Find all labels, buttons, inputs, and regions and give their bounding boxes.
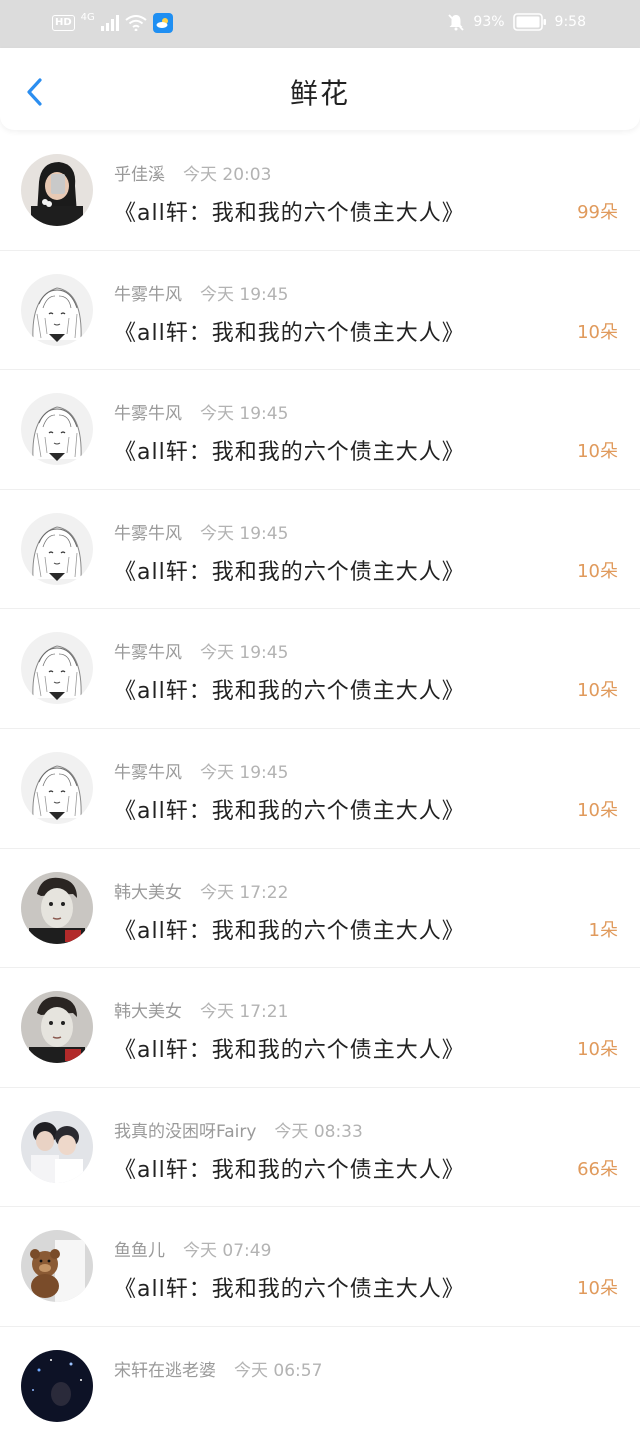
weather-app-icon [152, 13, 173, 33]
flower-count: 1朵 [588, 919, 618, 941]
timestamp: 今天 20:03 [183, 165, 272, 185]
flower-count: 10朵 [577, 680, 618, 702]
list-item[interactable]: 韩大美女 今天 17:21 《all轩：我和我的六个债主大人》 10朵 [0, 968, 640, 1088]
mute-bell-icon [448, 14, 465, 31]
avatar[interactable] [21, 632, 93, 705]
book-title: 《all轩：我和我的六个债主大人》 [114, 679, 465, 705]
battery-percent: 93% [473, 14, 505, 30]
record-meta: 韩大美女 今天 17:22 [114, 878, 288, 903]
page-title: 鲜花 [289, 77, 350, 110]
flower-count: 99朵 [577, 202, 618, 223]
username[interactable]: 牛雾牛风 [114, 643, 182, 663]
username[interactable]: 牛雾牛风 [114, 524, 182, 544]
username[interactable]: 宋轩在逃老婆 [114, 1361, 216, 1381]
avatar[interactable] [21, 393, 93, 466]
avatar[interactable] [21, 1230, 93, 1303]
record-meta: 宋轩在逃老婆 今天 06:57 [114, 1356, 322, 1381]
flower-count: 10朵 [577, 321, 618, 343]
avatar[interactable] [21, 154, 93, 226]
flower-record-list: 乎佳溪 今天 20:03 《all轩：我和我的六个债主大人》 99朵 牛雾牛风 今天 1… [0, 131, 640, 1447]
avatar[interactable] [21, 273, 93, 346]
avatar[interactable] [21, 751, 93, 824]
status-bar: HD 4G 93% 9:58 [0, 0, 640, 48]
flower-count: 10朵 [577, 1039, 618, 1061]
record-meta: 牛雾牛风 今天 19:45 [114, 519, 288, 544]
timestamp: 今天 19:45 [200, 762, 289, 783]
record-meta: 乎佳溪 今天 20:03 [114, 160, 271, 185]
record-meta: 我真的没困呀Fairy 今天 08:33 [114, 1117, 363, 1142]
list-item[interactable]: 牛雾牛风 今天 19:45 《all轩：我和我的六个债主大人》 10朵 [0, 370, 640, 490]
avatar[interactable] [21, 1349, 93, 1422]
list-item[interactable]: 鱼鱼儿 今天 07:49 《all轩：我和我的六个债主大人》 10朵 [0, 1207, 640, 1327]
flower-count: 10朵 [577, 1278, 618, 1300]
list-item[interactable]: 乎佳溪 今天 20:03 《all轩：我和我的六个债主大人》 99朵 [0, 131, 640, 251]
record-meta: 牛雾牛风 今天 19:45 [114, 280, 288, 305]
timestamp: 今天 17:22 [200, 882, 289, 903]
clock: 9:58 [554, 14, 586, 30]
list-item[interactable]: 我真的没困呀Fairy 今天 08:33 《all轩：我和我的六个债主大人》 66朵 [0, 1088, 640, 1208]
status-right: 93% 9:58 [447, 13, 586, 31]
timestamp: 今天 19:45 [200, 284, 289, 305]
timestamp: 今天 07:49 [183, 1241, 272, 1262]
book-title: 《all轩：我和我的六个债主大人》 [114, 1277, 465, 1303]
flower-count: 10朵 [577, 799, 618, 821]
avatar[interactable] [21, 1110, 93, 1183]
battery-icon [512, 13, 546, 31]
signal-icon [100, 15, 119, 31]
book-title: 《all轩：我和我的六个债主大人》 [114, 1157, 465, 1183]
timestamp: 今天 17:21 [200, 1002, 289, 1023]
book-title: 《all轩：我和我的六个债主大人》 [114, 798, 465, 824]
username[interactable]: 牛雾牛风 [114, 285, 182, 305]
avatar[interactable] [21, 871, 93, 944]
record-meta: 鱼鱼儿 今天 07:49 [114, 1236, 271, 1261]
record-meta: 牛雾牛风 今天 19:45 [114, 399, 288, 424]
status-left: HD 4G [52, 11, 173, 33]
book-title: 《all轩：我和我的六个债主大人》 [114, 440, 465, 466]
timestamp: 今天 19:45 [200, 643, 289, 664]
list-item[interactable]: 牛雾牛风 今天 19:45 《all轩：我和我的六个债主大人》 10朵 [0, 609, 640, 729]
list-item[interactable]: 牛雾牛风 今天 19:45 《all轩：我和我的六个债主大人》 10朵 [0, 490, 640, 610]
username[interactable]: 乎佳溪 [114, 165, 165, 185]
wifi-icon [125, 15, 147, 31]
timestamp: 今天 08:33 [274, 1121, 363, 1142]
timestamp: 今天 19:45 [200, 523, 289, 544]
book-title: 《all轩：我和我的六个债主大人》 [114, 201, 465, 226]
avatar[interactable] [21, 991, 93, 1064]
list-item[interactable]: 牛雾牛风 今天 19:45 《all轩：我和我的六个债主大人》 10朵 [0, 729, 640, 849]
book-title: 《all轩：我和我的六个债主大人》 [114, 559, 465, 585]
record-meta: 韩大美女 今天 17:21 [114, 997, 288, 1022]
record-meta: 牛雾牛风 今天 19:45 [114, 758, 288, 783]
book-title: 《all轩：我和我的六个债主大人》 [114, 1038, 465, 1064]
username[interactable]: 鱼鱼儿 [114, 1241, 165, 1261]
flower-count: 10朵 [577, 560, 618, 582]
username[interactable]: 韩大美女 [114, 1002, 182, 1022]
record-meta: 牛雾牛风 今天 19:45 [114, 638, 288, 663]
flower-count: 66朵 [577, 1158, 618, 1180]
avatar[interactable] [21, 512, 93, 585]
timestamp: 今天 19:45 [200, 404, 289, 425]
book-title: 《all轩：我和我的六个债主大人》 [114, 320, 465, 346]
navbar: 鲜花 [0, 48, 640, 130]
list-item[interactable]: 韩大美女 今天 17:22 《all轩：我和我的六个债主大人》 1朵 [0, 849, 640, 969]
username[interactable]: 牛雾牛风 [114, 404, 182, 424]
hd-icon: HD [52, 15, 75, 31]
username[interactable]: 牛雾牛风 [114, 763, 182, 783]
timestamp: 今天 06:57 [234, 1360, 323, 1381]
username[interactable]: 我真的没困呀Fairy [114, 1122, 256, 1142]
network-type: 4G [80, 11, 95, 23]
book-title: 《all轩：我和我的六个债主大人》 [114, 918, 465, 944]
username[interactable]: 韩大美女 [114, 883, 182, 903]
list-item[interactable]: 牛雾牛风 今天 19:45 《all轩：我和我的六个债主大人》 10朵 [0, 251, 640, 371]
flower-count: 10朵 [577, 441, 618, 463]
